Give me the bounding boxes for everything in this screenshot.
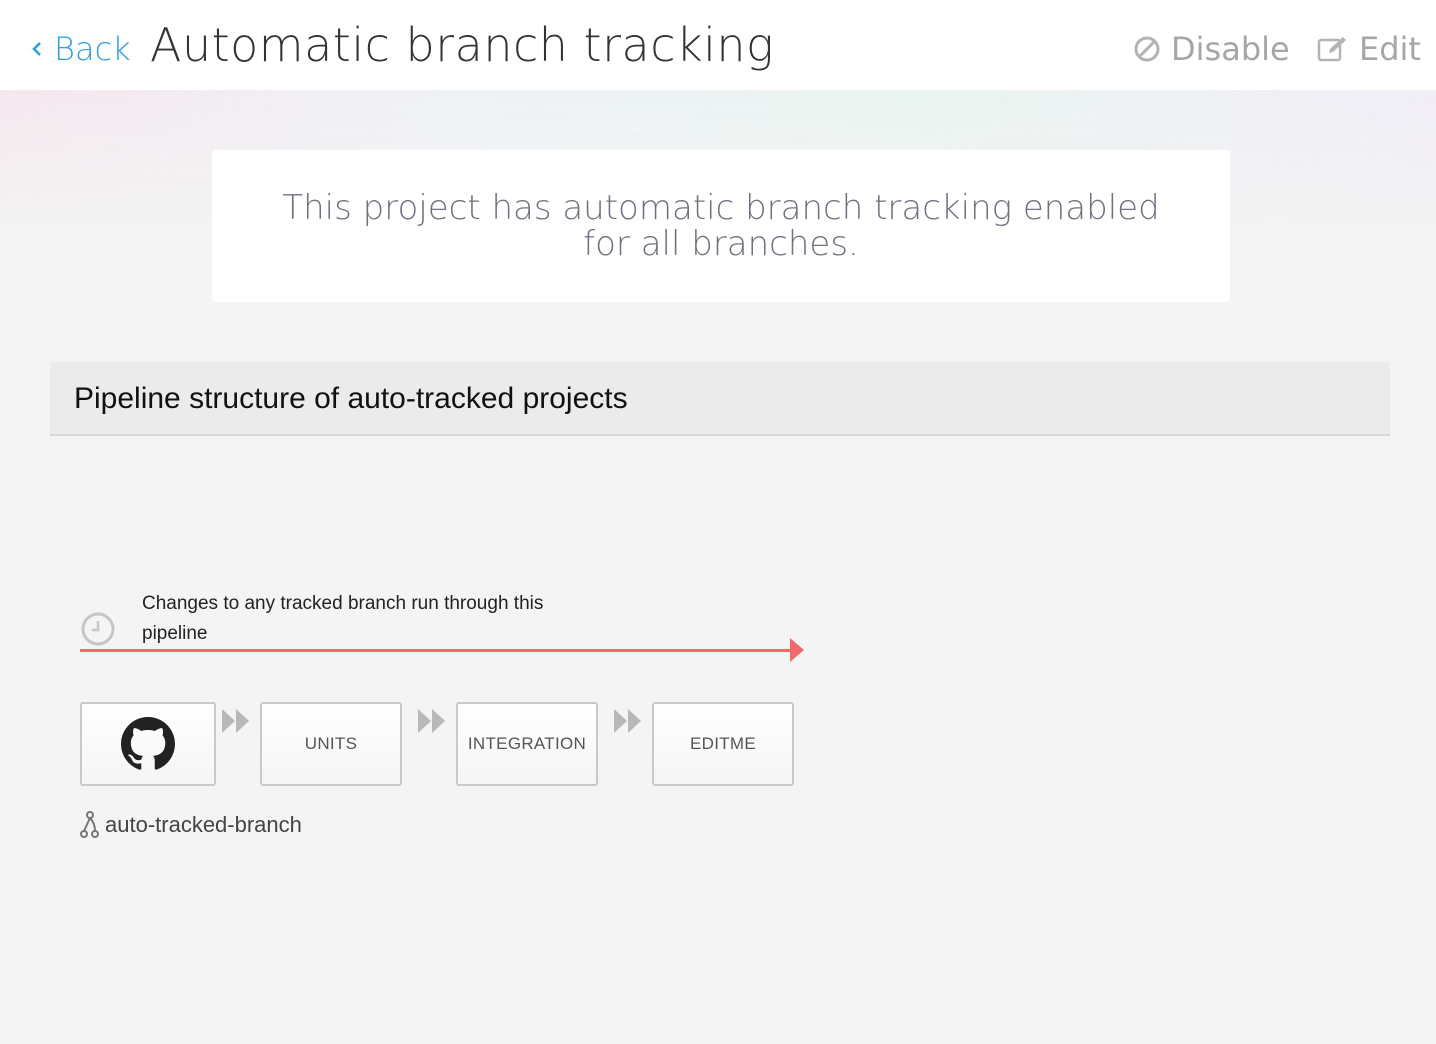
pipeline-description: Changes to any tracked branch run throug… bbox=[142, 593, 544, 644]
stage-units[interactable]: UNITS bbox=[260, 702, 402, 786]
edit-icon bbox=[1317, 37, 1346, 62]
branch-link[interactable]: auto-tracked-branch bbox=[79, 811, 302, 839]
branch-icon bbox=[80, 811, 99, 838]
banner-message: This project has automatic branch tracki… bbox=[282, 188, 1160, 264]
section-title: Pipeline structure of auto-tracked proje… bbox=[74, 382, 628, 415]
pipeline-track-arrow bbox=[790, 638, 804, 662]
stage-integration[interactable]: INTEGRATION bbox=[456, 702, 598, 786]
edit-label: Edit bbox=[1359, 30, 1421, 68]
fast-forward-icon bbox=[222, 709, 249, 733]
info-banner: This project has automatic branch tracki… bbox=[212, 150, 1230, 302]
back-button[interactable]: Back bbox=[28, 30, 131, 68]
pipeline-track-line bbox=[80, 649, 792, 652]
disable-label: Disable bbox=[1171, 30, 1290, 68]
section-header: Pipeline structure of auto-tracked proje… bbox=[50, 362, 1390, 436]
github-icon bbox=[121, 717, 175, 770]
clock-icon bbox=[81, 612, 115, 646]
stage-editme[interactable]: EDITME bbox=[652, 702, 794, 786]
edit-button[interactable]: Edit bbox=[1317, 30, 1421, 68]
back-label: Back bbox=[54, 30, 131, 68]
fast-forward-icon bbox=[418, 709, 445, 733]
chevron-left-icon bbox=[32, 42, 41, 56]
top-bar: Back Automatic branch tracking Disable E… bbox=[0, 0, 1436, 90]
branch-name: auto-tracked-branch bbox=[105, 812, 302, 837]
stage-source-github[interactable] bbox=[80, 702, 216, 786]
page-title: Automatic branch tracking bbox=[150, 18, 775, 72]
fast-forward-icon bbox=[614, 709, 641, 733]
disable-button[interactable]: Disable bbox=[1133, 30, 1290, 68]
ban-icon bbox=[1134, 36, 1160, 62]
